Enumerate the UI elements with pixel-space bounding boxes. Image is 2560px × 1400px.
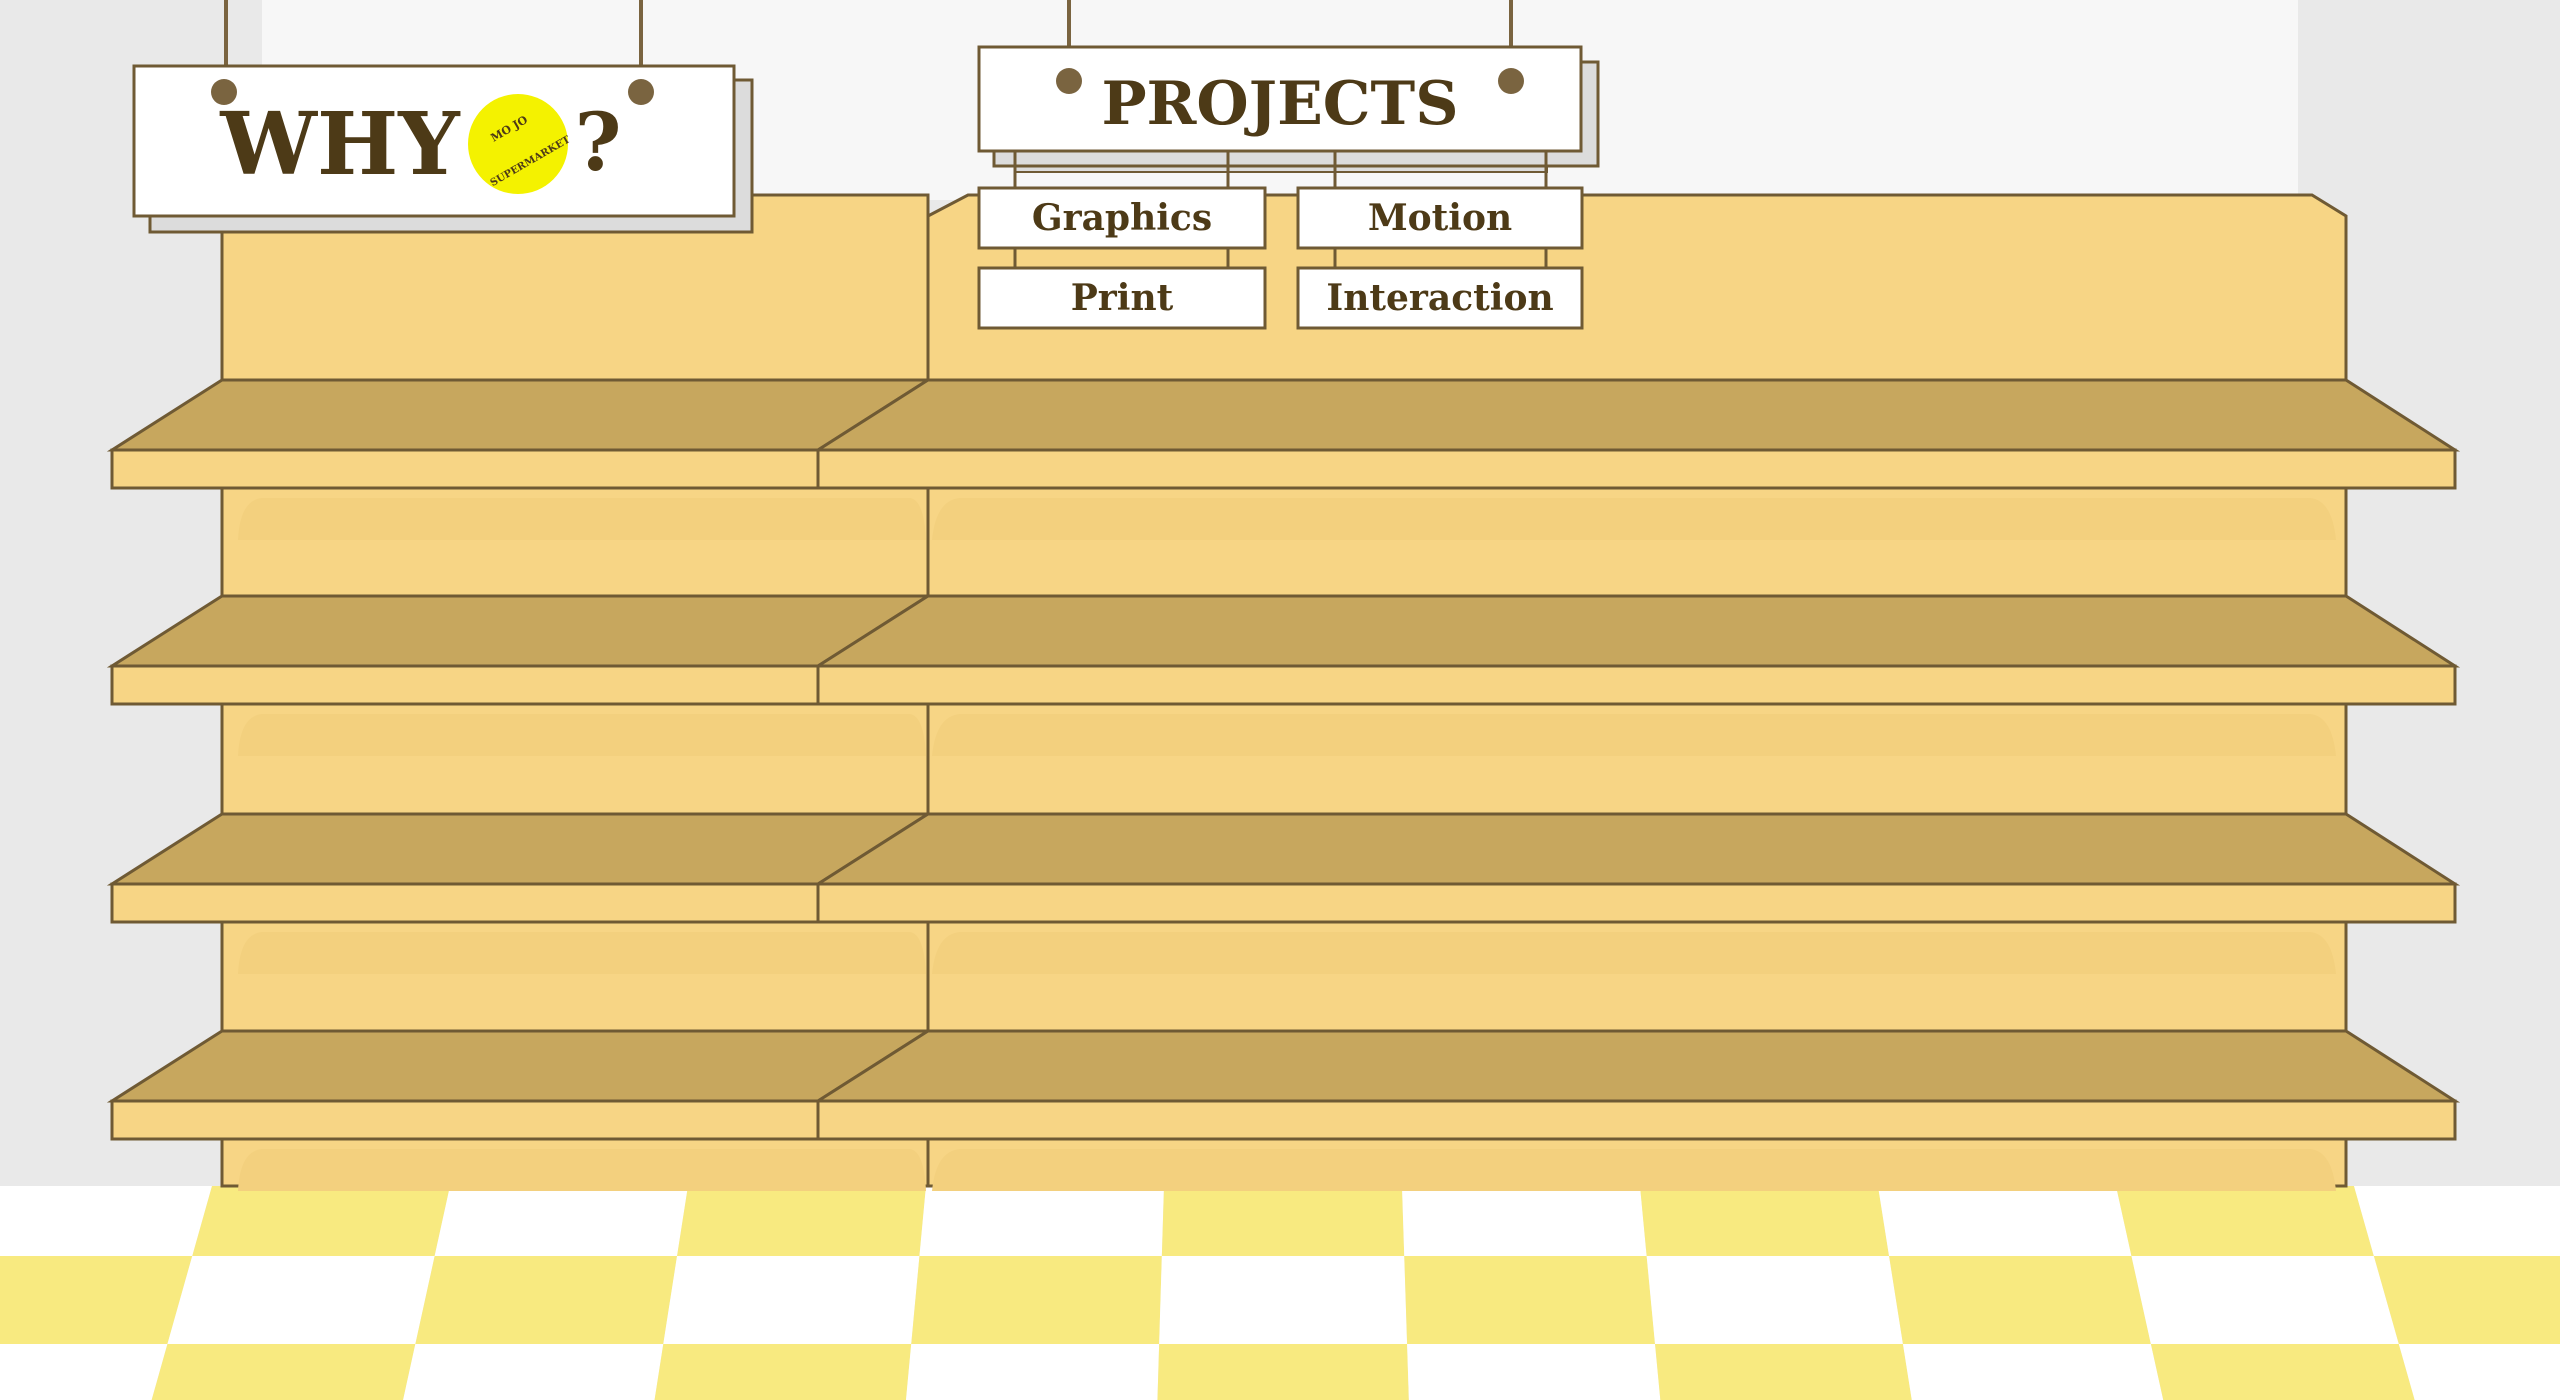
shelf-lip-left	[238, 932, 926, 974]
floor-tile	[192, 1186, 450, 1256]
why-sign-question-mark: ?	[575, 95, 622, 189]
shelf-front-left	[110, 664, 820, 706]
projects-sign-pin-left	[1056, 68, 1082, 94]
shelf-level	[106, 1029, 2461, 1191]
shelf-lip-right	[932, 932, 2336, 974]
shelf-front-right	[816, 664, 2457, 706]
shelf-top-left	[106, 378, 934, 452]
supermarket-scene: WHY MO JO SUPERMARKET ? PROJECTS Graphic…	[0, 0, 2560, 1400]
category-interaction-button[interactable]: Interaction	[1296, 266, 1584, 330]
floor-tile	[2131, 1256, 2399, 1344]
shelf-top-left	[106, 1029, 934, 1103]
floor-tile	[151, 1344, 416, 1400]
floor-tile	[911, 1256, 1162, 1344]
floor-tile	[0, 1344, 168, 1400]
shelf-front-left	[110, 448, 820, 490]
shelf-front-left	[110, 882, 820, 924]
floor-tile	[2373, 1256, 2560, 1344]
shelf-lip-right	[932, 714, 2336, 756]
floor-tile	[654, 1344, 912, 1400]
shelving-unit	[106, 193, 2461, 1191]
floor-tile	[663, 1256, 920, 1344]
floor-tile	[1161, 1186, 1405, 1256]
shelf-front-right	[816, 448, 2457, 490]
category-graphics-label: Graphics	[1032, 197, 1212, 239]
floor-tile	[1402, 1186, 1647, 1256]
floor-tile	[1889, 1256, 2151, 1344]
shelf-front-right	[816, 1099, 2457, 1141]
category-motion-button[interactable]: Motion	[1296, 186, 1584, 250]
floor-tile	[1157, 1344, 1409, 1400]
floor-tile	[0, 1186, 212, 1256]
shelf-lip-left	[238, 498, 926, 540]
floor-tile	[677, 1186, 926, 1256]
category-motion-label: Motion	[1368, 197, 1512, 239]
floor-tile	[1407, 1344, 1661, 1400]
shelf-level	[106, 594, 2461, 756]
floor-tile	[415, 1256, 678, 1344]
shelf-level	[106, 812, 2461, 974]
floor-tile	[2398, 1344, 2560, 1400]
shelf-top-right	[812, 1029, 2461, 1103]
category-graphics-button[interactable]: Graphics	[977, 186, 1267, 250]
floor-tile	[0, 1256, 193, 1344]
floor-tile	[1159, 1256, 1408, 1344]
floor-tile	[2150, 1344, 2415, 1400]
shelf-top-right	[812, 812, 2461, 886]
projects-sign-pin-right	[1498, 68, 1524, 94]
projects-sign-title: PROJECTS	[1101, 69, 1458, 139]
shelf-lip-right	[932, 1149, 2336, 1191]
shelf-front-left	[110, 1099, 820, 1141]
floor-tile	[1878, 1186, 2132, 1256]
shelf-lip-left	[238, 1149, 926, 1191]
category-print-button[interactable]: Print	[977, 266, 1267, 330]
floor-tile	[905, 1344, 1160, 1400]
category-interaction-label: Interaction	[1326, 277, 1553, 319]
shelf-level	[106, 378, 2461, 540]
floor-tile	[403, 1344, 664, 1400]
floor-tile	[1902, 1344, 2164, 1400]
floor-tile	[2116, 1186, 2374, 1256]
floor-tile	[1655, 1344, 1912, 1400]
shelf-front-right	[816, 882, 2457, 924]
shelf-lip-right	[932, 498, 2336, 540]
checkered-floor	[0, 1186, 2560, 1400]
why-sign-pin-right	[628, 79, 654, 105]
category-print-label: Print	[1071, 277, 1174, 319]
floor-tile	[1646, 1256, 1903, 1344]
floor-tile	[434, 1186, 688, 1256]
why-sign-word: WHY	[219, 94, 461, 195]
floor-tile	[167, 1256, 435, 1344]
shelf-lip-left	[238, 714, 926, 756]
shelf-top-right	[812, 378, 2461, 452]
floor-tile	[2354, 1186, 2560, 1256]
floor-tile	[1640, 1186, 1890, 1256]
shelf-top-left	[106, 812, 934, 886]
floor-tile	[919, 1186, 1164, 1256]
floor-tile	[1404, 1256, 1656, 1344]
shelf-top-right	[812, 594, 2461, 668]
shelf-top-left	[106, 594, 934, 668]
